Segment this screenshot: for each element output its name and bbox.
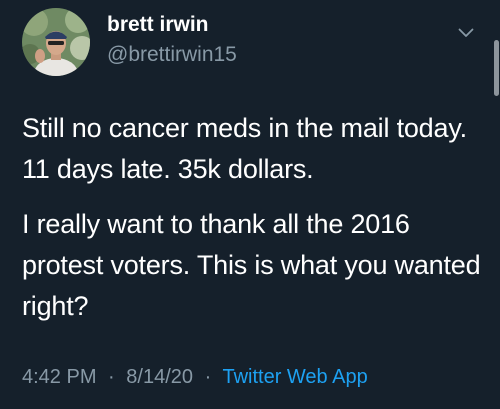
meta-separator: · (108, 366, 115, 388)
tweet-paragraph: I really want to thank all the 2016 prot… (22, 209, 481, 321)
user-handle[interactable]: @brettirwin15 (107, 43, 237, 67)
tweet-text: Still no cancer meds in the mail today. … (22, 108, 482, 341)
tweet-card: brett irwin @brettirwin15 Still no cance… (0, 0, 500, 409)
meta-separator: · (204, 366, 212, 388)
scrollbar[interactable] (494, 40, 499, 96)
tweet-time[interactable]: 4:42 PM (22, 366, 96, 388)
tweet-date[interactable]: 8/14/20 (126, 366, 193, 388)
display-name[interactable]: brett irwin (107, 13, 209, 37)
tweet-meta: 4:42 PM · 8/14/20 · Twitter Web App (22, 366, 368, 389)
tweet-paragraph: Still no cancer meds in the mail today. … (22, 113, 467, 184)
avatar[interactable] (22, 8, 90, 76)
chevron-down-icon[interactable] (455, 22, 477, 44)
tweet-source-link[interactable]: Twitter Web App (222, 366, 367, 388)
